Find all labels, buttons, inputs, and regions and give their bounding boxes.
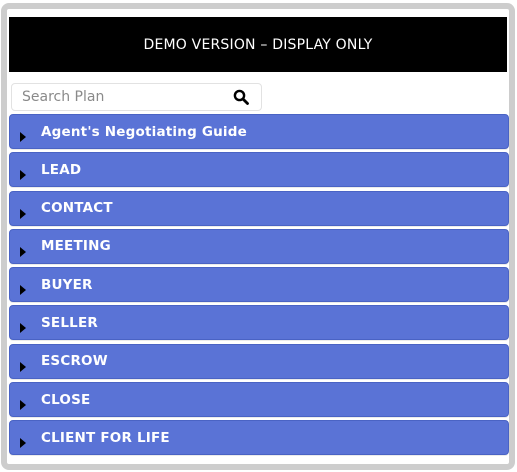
demo-banner: DEMO VERSION – DISPLAY ONLY: [9, 17, 507, 72]
caret-right-icon: [19, 204, 27, 219]
accordion-item-label: Agent's Negotiating Guide: [41, 123, 247, 140]
accordion-item-escrow[interactable]: ESCROW: [9, 343, 509, 379]
widget-frame: DEMO VERSION – DISPLAY ONLY Agent's Nego…: [1, 3, 515, 470]
accordion-item-label: CONTACT: [41, 200, 113, 217]
accordion-item-contact[interactable]: CONTACT: [9, 190, 509, 226]
accordion-item-label: MEETING: [41, 238, 111, 255]
caret-right-icon: [19, 280, 27, 296]
search-box: [11, 83, 262, 111]
accordion-item-client-for-life[interactable]: CLIENT FOR LIFE: [9, 420, 509, 456]
search-input[interactable]: [12, 84, 222, 110]
accordion-item-label: LEAD: [41, 161, 82, 178]
caret-right-icon: [19, 242, 27, 257]
caret-right-icon: [19, 357, 27, 372]
demo-banner-text: DEMO VERSION – DISPLAY ONLY: [143, 36, 373, 53]
accordion-item-label: ESCROW: [41, 353, 108, 370]
caret-right-icon: [19, 127, 27, 142]
accordion-item-label: CLIENT FOR LIFE: [41, 429, 170, 446]
plan-accordion: Agent's Negotiating Guide LEAD CONTACT M…: [9, 114, 509, 459]
search-icon[interactable]: [233, 89, 249, 105]
caret-right-icon: [19, 395, 27, 411]
caret-right-icon: [19, 165, 27, 181]
accordion-item-label: BUYER: [41, 276, 93, 293]
caret-right-icon: [19, 318, 27, 334]
accordion-item-label: CLOSE: [41, 391, 91, 408]
accordion-item-label: SELLER: [41, 314, 98, 331]
accordion-item-close[interactable]: CLOSE: [9, 382, 509, 418]
accordion-item-agents-negotiating-guide[interactable]: Agent's Negotiating Guide: [9, 114, 509, 149]
accordion-item-lead[interactable]: LEAD: [9, 152, 509, 188]
accordion-item-buyer[interactable]: BUYER: [9, 267, 509, 303]
accordion-item-meeting[interactable]: MEETING: [9, 228, 509, 264]
accordion-item-seller[interactable]: SELLER: [9, 305, 509, 341]
caret-right-icon: [19, 433, 27, 449]
